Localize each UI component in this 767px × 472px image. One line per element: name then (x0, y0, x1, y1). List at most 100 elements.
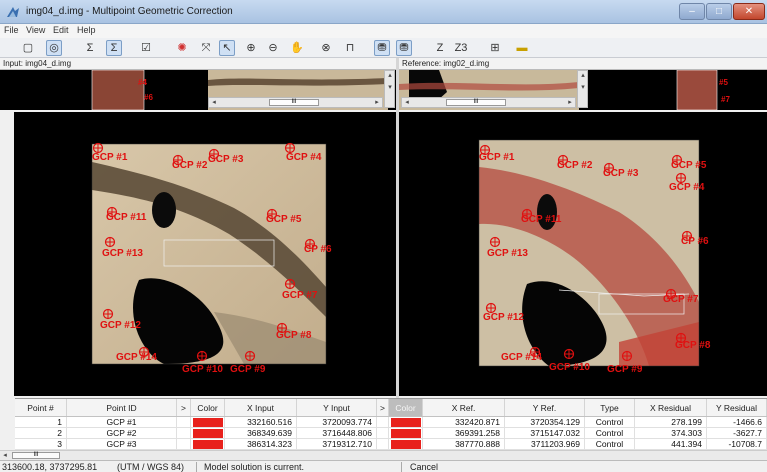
menu-view[interactable]: View (26, 25, 45, 35)
sum-selected-icon[interactable]: Σ (106, 40, 122, 56)
select-arrow-icon[interactable]: ↖ (219, 40, 235, 56)
projection-label: (UTM / WGS 84) (117, 462, 184, 472)
scroll-left-arrow[interactable]: ◂ (402, 98, 412, 107)
reference-overview-scrollbar[interactable]: ◂ III ▸ (401, 97, 576, 108)
reference-image-view[interactable]: GCP #1 GCP #2 GCP #3 GCP #5 GCP #4 GCP #11 CP … (399, 112, 767, 396)
color-swatch[interactable] (391, 429, 421, 438)
menu-bar: File View Edit Help (0, 24, 767, 38)
col-color-input[interactable]: Color (191, 399, 225, 416)
col-color-ref[interactable]: Color (389, 399, 423, 416)
input-overview-vscroll[interactable]: ▴ ▾ (384, 70, 395, 108)
menu-help[interactable]: Help (77, 25, 96, 35)
input-image[interactable]: GCP #1 GCP #2GCP #3 GCP #4 GCP #11 GCP #5 GCP… (14, 112, 396, 396)
cell-x-ref: 332420.871 (423, 417, 505, 428)
globe-red-icon[interactable]: ✺ (174, 40, 190, 56)
color-swatch[interactable] (391, 418, 421, 427)
status-bar: 313600.18, 3737295.81 (UTM / WGS 84) Mod… (0, 460, 767, 472)
input-overview-scrollbar[interactable]: ◂ III ▸ (208, 97, 383, 108)
binoculars-icon[interactable]: ⛃ (374, 40, 390, 56)
gcp-label: GCP #13 (487, 248, 528, 259)
col-point-number[interactable]: Point # (15, 399, 67, 416)
fit-window-icon[interactable]: ⤧ (198, 40, 214, 56)
gcp-label: GCP #7 (663, 294, 699, 305)
input-panel-label: Input: img04_d.img (3, 59, 72, 68)
cell-expand-ref (377, 439, 389, 450)
scroll-thumb[interactable]: III (446, 99, 506, 106)
menu-edit[interactable]: Edit (53, 25, 69, 35)
cancel-button[interactable]: Cancel (410, 462, 438, 472)
lock-icon[interactable]: ⊓ (342, 40, 358, 56)
scroll-up-arrow[interactable]: ▴ (578, 71, 588, 80)
gcp-label: GCP #5 (266, 214, 302, 225)
table-hscrollbar[interactable]: ◂ III (0, 450, 767, 460)
table-row[interactable]: 1 GCP #1 332160.516 3720093.774 332420.871 37… (15, 417, 767, 428)
scroll-right-arrow[interactable]: ▸ (565, 98, 575, 107)
scroll-down-arrow[interactable]: ▾ (578, 83, 588, 92)
gcp-table-icon[interactable]: ⊞ (487, 40, 503, 56)
gcp-tool-icon[interactable]: ◎ (46, 40, 62, 56)
maximize-button[interactable]: □ (706, 3, 732, 20)
col-expand-ref[interactable]: > (377, 399, 389, 416)
col-x-ref[interactable]: X Ref. (423, 399, 505, 416)
col-point-id[interactable]: Point ID (67, 399, 177, 416)
reference-overview-thumbnail[interactable]: #5 #7 (645, 70, 765, 110)
scroll-up-arrow[interactable]: ▴ (385, 71, 395, 80)
col-y-ref[interactable]: Y Ref. (505, 399, 585, 416)
col-expand[interactable]: > (177, 399, 191, 416)
sum-icon[interactable]: Σ (82, 40, 98, 56)
model-icon[interactable]: ▢ (20, 40, 36, 56)
col-x-residual[interactable]: X Residual (635, 399, 707, 416)
reference-image[interactable]: GCP #1 GCP #2 GCP #3 GCP #5 GCP #4 GCP #11 CP … (399, 112, 767, 396)
minimize-button[interactable]: – (679, 3, 705, 20)
input-overview-thumbnail[interactable]: #4 #6 (78, 70, 158, 110)
gcp-label: GCP #9 (607, 364, 643, 375)
cell-x-ref: 387770.888 (423, 439, 505, 450)
col-y-residual[interactable]: Y Residual (707, 399, 767, 416)
color-swatch-input[interactable] (191, 439, 225, 450)
zoom-in-icon[interactable]: ⊕ (243, 40, 259, 56)
color-swatch-ref[interactable] (389, 439, 423, 450)
col-type[interactable]: Type (585, 399, 635, 416)
z-three-icon[interactable]: Z3 (453, 40, 469, 56)
color-swatch[interactable] (193, 440, 223, 449)
color-swatch-ref[interactable] (389, 428, 423, 439)
reference-overview[interactable]: ◂ III ▸ ▴ ▾ #5 #7 (399, 70, 767, 110)
gcp-label: GCP #3 (603, 168, 639, 179)
scroll-left-arrow[interactable]: ◂ (209, 98, 219, 107)
scroll-down-arrow[interactable]: ▾ (385, 83, 395, 92)
reference-overview-vscroll[interactable]: ▴ ▾ (577, 70, 588, 108)
gcp-label: GCP #1 (92, 152, 128, 163)
color-swatch[interactable] (391, 440, 421, 449)
z-icon[interactable]: Z (432, 40, 448, 56)
scroll-left-arrow[interactable]: ◂ (0, 451, 10, 459)
cell-expand (177, 417, 191, 428)
zoom-out-icon[interactable]: ⊖ (265, 40, 281, 56)
app-icon (7, 7, 19, 17)
binoculars-auto-icon[interactable]: ⛃ (396, 40, 412, 56)
gcp-label: GCP #3 (208, 154, 244, 165)
input-image-view[interactable]: GCP #1 GCP #2 GCP #3 GCP #4 GCP #11 GCP #5 GCP… (14, 112, 396, 396)
crosshair-icon[interactable]: ⊗ (318, 40, 334, 56)
pan-hand-icon[interactable]: ✋ (289, 40, 305, 56)
color-swatch-input[interactable] (191, 417, 225, 428)
scroll-thumb[interactable]: III (12, 452, 60, 459)
close-button[interactable]: ✕ (733, 3, 765, 20)
table-row[interactable]: 3 GCP #3 386314.323 3719312.710 387770.888 37… (15, 439, 767, 450)
color-swatch[interactable] (193, 429, 223, 438)
color-swatch[interactable] (193, 418, 223, 427)
cell-type: Control (585, 439, 635, 450)
table-row[interactable]: 2 GCP #2 368349.639 3716448.806 369391.258 37… (15, 428, 767, 439)
color-swatch-input[interactable] (191, 428, 225, 439)
scroll-right-arrow[interactable]: ▸ (372, 98, 382, 107)
gcp-label: GCP #14 (501, 352, 542, 363)
menu-file[interactable]: File (4, 25, 19, 35)
ruler-icon[interactable]: ▬ (514, 40, 530, 56)
color-swatch-ref[interactable] (389, 417, 423, 428)
checkbox-icon[interactable]: ☑ (138, 40, 154, 56)
scroll-thumb[interactable]: III (269, 99, 319, 106)
input-overview[interactable]: #4 #6 ◂ III ▸ ▴ ▾ (0, 70, 396, 110)
col-x-input[interactable]: X Input (225, 399, 297, 416)
gcp-label: GCP #1 (479, 152, 515, 163)
col-y-input[interactable]: Y Input (297, 399, 377, 416)
cursor-coordinates: 313600.18, 3737295.81 (2, 462, 98, 472)
